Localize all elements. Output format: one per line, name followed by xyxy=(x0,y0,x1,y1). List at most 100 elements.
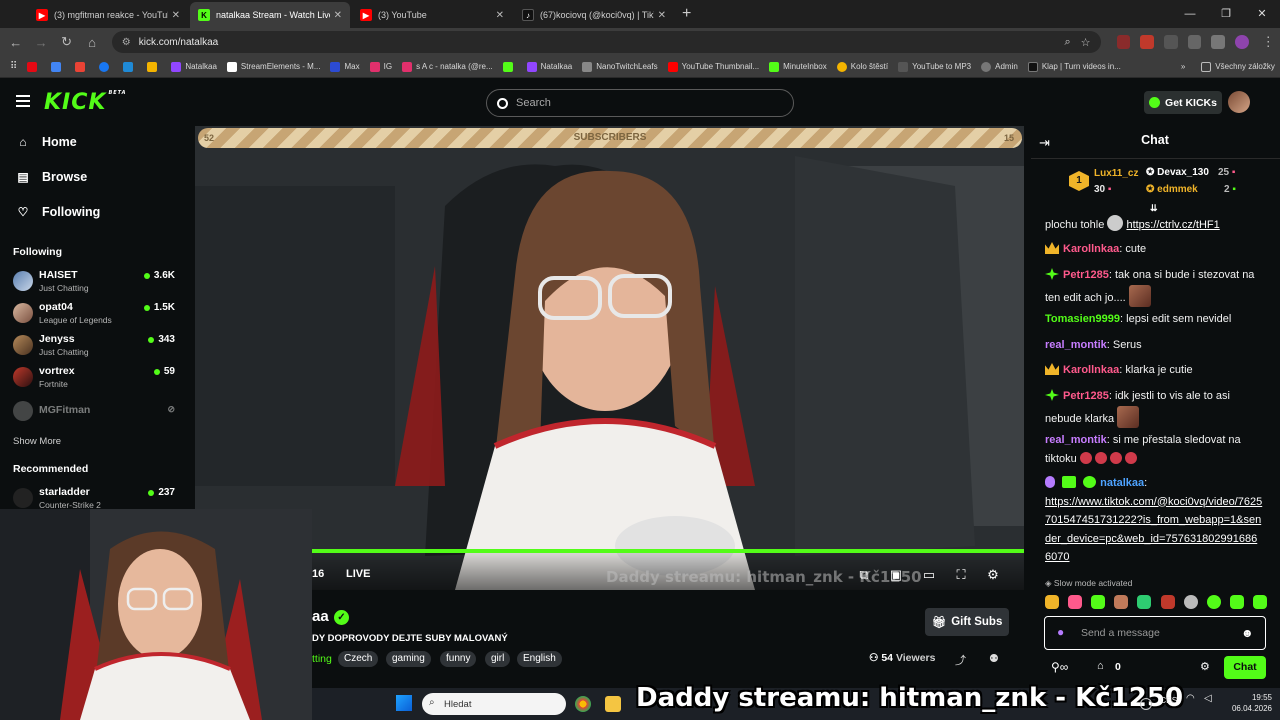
bookmark-star-icon[interactable]: ☆ xyxy=(1081,36,1091,49)
following-item-mgfitman[interactable]: MGFitman ⊘ xyxy=(13,397,181,425)
following-item-haiset[interactable]: HAISET Just Chatting 3.6K xyxy=(13,267,181,295)
hamburger-menu-icon[interactable] xyxy=(16,95,30,107)
extension-icon[interactable] xyxy=(1211,35,1225,49)
site-info-icon[interactable]: ⚙ xyxy=(122,37,131,48)
windows-start-icon[interactable] xyxy=(396,695,412,711)
bookmark-icon[interactable] xyxy=(51,61,65,72)
following-item-jenyss[interactable]: Jenyss Just Chatting 343 xyxy=(13,331,181,359)
all-bookmarks[interactable]: Všechny záložky xyxy=(1201,61,1275,72)
bookmark-kick[interactable] xyxy=(502,61,517,72)
reload-icon[interactable]: ↻ xyxy=(55,34,78,50)
profile-icon[interactable] xyxy=(1234,35,1249,49)
apps-icon[interactable]: ⠿ xyxy=(10,61,17,72)
fullscreen-icon[interactable]: ⛶ xyxy=(954,568,968,582)
user-avatar[interactable] xyxy=(1228,91,1250,113)
bookmark-nanotwitchleafs[interactable]: NanoTwitchLeafs xyxy=(582,61,658,72)
tag-czech[interactable]: Czech xyxy=(338,651,379,667)
kick-logo[interactable]: KICK BETA xyxy=(44,90,127,115)
emote-icon[interactable] xyxy=(1160,595,1175,609)
menu-dots-icon[interactable]: ⋮ xyxy=(1257,34,1280,50)
bookmark-streamelements[interactable]: StreamElements - M... xyxy=(226,61,320,72)
browser-tab[interactable]: ▶ (3) YouTube ✕ xyxy=(352,2,512,28)
video-player[interactable] xyxy=(195,126,1024,590)
leaderboard-user[interactable]: Lux11_cz xyxy=(1094,168,1138,179)
recommended-item-starladder[interactable]: starladder Counter-Strike 2 237 xyxy=(13,484,181,512)
emote-icon[interactable] xyxy=(1045,595,1059,609)
player-progress-bar[interactable] xyxy=(312,549,1024,553)
nav-home[interactable]: ⌂ Home xyxy=(16,135,76,149)
bookmark-icon[interactable] xyxy=(147,61,161,72)
emote-icon[interactable] xyxy=(1183,595,1198,609)
close-icon[interactable]: ✕ xyxy=(496,10,504,21)
extension-icon[interactable] xyxy=(1163,35,1178,49)
emoji-picker-icon[interactable]: ☻ xyxy=(1241,626,1254,640)
pin-icon[interactable]: ⚲∞ xyxy=(1051,660,1068,674)
browser-tab-active[interactable]: K natalkaa Stream - Watch Live o ✕ xyxy=(190,2,350,28)
clip-icon[interactable]: ⧉ xyxy=(857,568,871,582)
bookmark-instagram-natalka[interactable]: s A c - natalka (@re... xyxy=(402,61,493,72)
share-icon[interactable]: ⤴ xyxy=(955,652,966,668)
back-icon[interactable]: ← xyxy=(4,35,27,50)
search-input[interactable]: Search xyxy=(486,89,794,117)
chrome-icon[interactable] xyxy=(575,696,591,712)
close-icon[interactable]: ✕ xyxy=(172,10,180,21)
show-more-link[interactable]: Show More xyxy=(13,436,61,447)
bookmark-icon[interactable] xyxy=(75,61,89,72)
home-icon[interactable]: ⌂ xyxy=(80,35,103,50)
emote-icon[interactable] xyxy=(1229,595,1244,609)
more-bookmarks-icon[interactable]: » xyxy=(1181,62,1185,71)
bookmark-icon[interactable] xyxy=(99,61,113,72)
chat-link[interactable]: https://ctrlv.cz/tHF1 xyxy=(1126,219,1219,231)
extension-icon[interactable] xyxy=(1140,35,1154,49)
bookmark-youtube-to-mp3[interactable]: YouTube to MP3 xyxy=(898,61,971,72)
settings-gear-icon[interactable]: ⚙ xyxy=(986,568,1000,582)
chat-settings-gear-icon[interactable]: ⚙ xyxy=(1200,660,1210,673)
tag-english[interactable]: English xyxy=(517,651,562,667)
forward-icon[interactable]: → xyxy=(29,35,52,50)
bookmark-max[interactable]: Max xyxy=(330,61,360,72)
emote-icon[interactable] xyxy=(1137,595,1152,609)
leaderboard-user[interactable]: ✪ Devax_130 xyxy=(1146,167,1209,178)
following-item-vortrex[interactable]: vortrex Fortnite 59 xyxy=(13,363,181,391)
kicks-store-icon[interactable]: ⌂ xyxy=(1097,660,1104,672)
chat-message-input[interactable]: Send a message xyxy=(1044,616,1266,650)
stream-category[interactable]: tting xyxy=(312,653,332,665)
theater-mode-icon[interactable]: ▭ xyxy=(922,568,936,582)
tag-girl[interactable]: girl xyxy=(485,651,511,667)
url-field[interactable]: ⚙ kick.com/natalkaa ⌕ ☆ xyxy=(111,31,1101,53)
network-icon[interactable] xyxy=(1140,698,1152,710)
bookmark-youtube-thumbnail[interactable]: YouTube Thumbnail... xyxy=(667,61,759,72)
new-tab-button[interactable]: + xyxy=(682,5,691,23)
chat-link[interactable]: https://www.tiktok.com/@koci0vq/video/76… xyxy=(1045,496,1262,564)
send-chat-button[interactable]: Chat xyxy=(1224,656,1266,679)
get-kicks-button[interactable]: Get KICKs xyxy=(1144,91,1222,114)
bookmark-ig[interactable]: IG xyxy=(369,61,392,72)
close-icon[interactable]: ✕ xyxy=(658,10,666,21)
bookmark-natalkaa-2[interactable]: Natalkaa xyxy=(526,61,572,72)
nav-browse[interactable]: ▤ Browse xyxy=(16,170,87,184)
emote-icon[interactable] xyxy=(1206,595,1221,609)
close-icon[interactable]: ✕ xyxy=(334,10,342,21)
extension-icon[interactable] xyxy=(1116,35,1131,49)
tray-language[interactable]: CES xyxy=(1160,695,1177,705)
gift-subs-button[interactable]: 🎁︎ Gift Subs xyxy=(925,608,1009,636)
zoom-icon[interactable]: ⌕ xyxy=(1064,36,1070,49)
emote-icon[interactable] xyxy=(1068,595,1083,609)
emote-icon[interactable] xyxy=(1091,595,1106,609)
collapse-chat-icon[interactable]: ⇥ xyxy=(1039,135,1050,151)
bookmark-kolo-stesti[interactable]: Kolo štěstí xyxy=(836,61,888,72)
bookmark-natalkaa[interactable]: Natalkaa xyxy=(171,61,217,72)
browser-tab[interactable]: ▶ (3) mgfitman reakce - YouTube ✕ xyxy=(28,2,188,28)
volume-icon[interactable]: ◁ xyxy=(1204,693,1212,704)
wifi-icon[interactable]: ◠ xyxy=(1186,693,1195,704)
follow-user-icon[interactable]: ⚉ xyxy=(989,652,999,665)
following-item-opat04[interactable]: opat04 League of Legends 1.5K xyxy=(13,299,181,327)
minimize-icon[interactable]: — xyxy=(1172,0,1208,28)
tag-funny[interactable]: funny xyxy=(440,651,477,667)
bookmark-minuteinbox[interactable]: MinuteInbox xyxy=(769,61,827,72)
bookmark-icon[interactable] xyxy=(27,61,41,72)
expand-leaderboard-icon[interactable]: ⇊ xyxy=(1150,203,1158,214)
bookmark-admin[interactable]: Admin xyxy=(981,61,1018,72)
restore-icon[interactable]: ❐ xyxy=(1208,0,1244,28)
extension-icon[interactable] xyxy=(1187,35,1202,49)
